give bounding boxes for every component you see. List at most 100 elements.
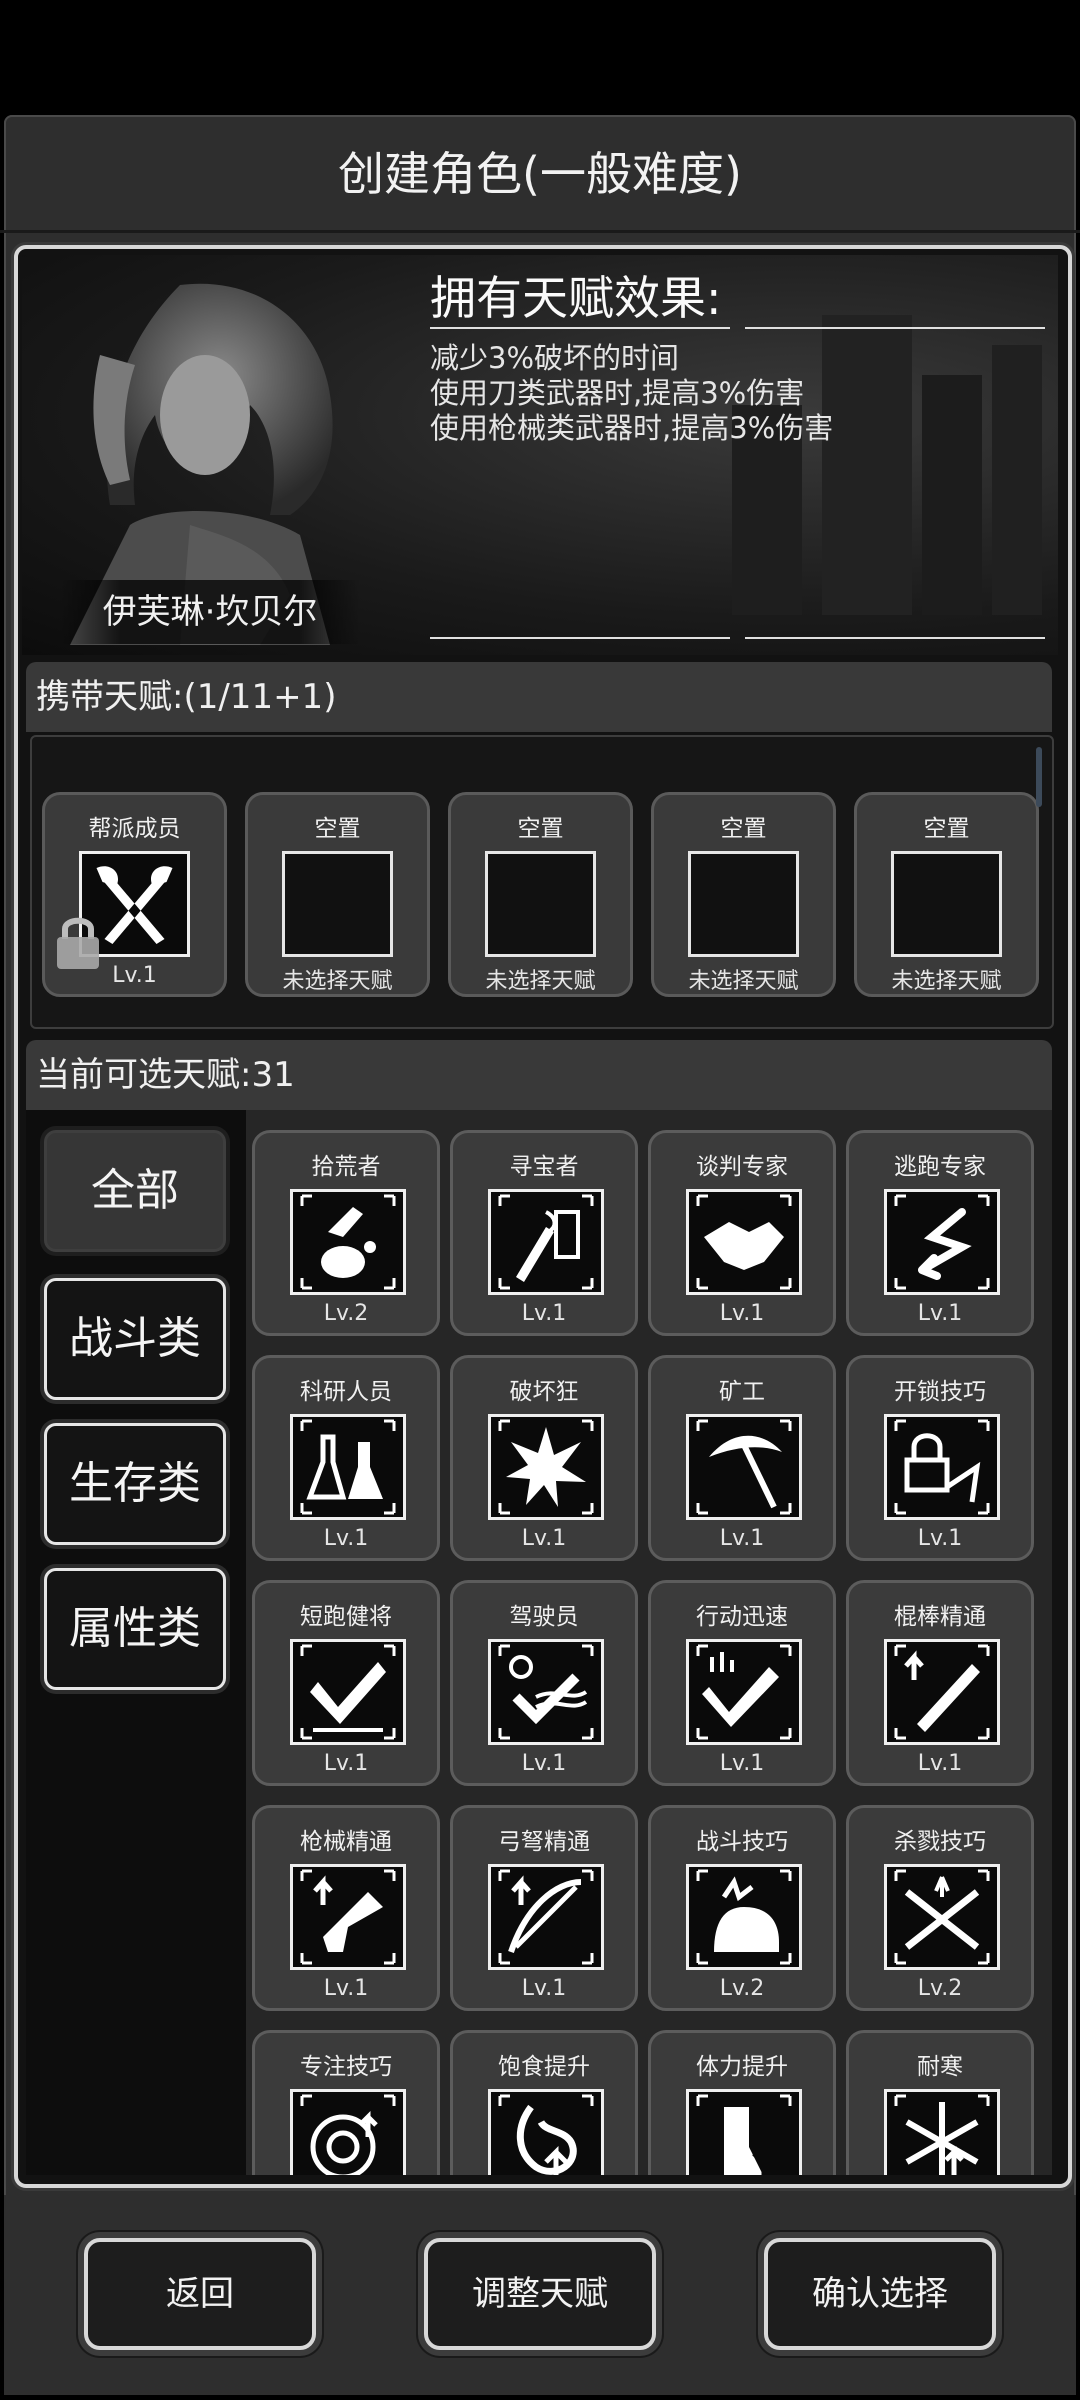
- talent-card[interactable]: 谈判专家 Lv.1: [648, 1130, 836, 1336]
- slot-name: 帮派成员: [88, 816, 181, 842]
- talent-card[interactable]: 逃跑专家 Lv.1: [846, 1130, 1034, 1336]
- carry-slot-empty[interactable]: 空置 未选择天赋: [448, 792, 633, 997]
- talent-level: Lv.1: [917, 1301, 963, 1326]
- talent-card[interactable]: 短跑健将 Lv.1: [252, 1580, 440, 1786]
- tab-all[interactable]: 全部: [44, 1130, 226, 1252]
- talent-card[interactable]: 专注技巧: [252, 2030, 440, 2175]
- talent-card[interactable]: 拾荒者 Lv.2: [252, 1130, 440, 1336]
- crossed-swords-icon: [884, 1864, 1000, 1970]
- talent-name: 开锁技巧: [894, 1379, 986, 1405]
- talent-name: 短跑健将: [300, 1604, 392, 1630]
- talent-level: Lv.1: [917, 1526, 963, 1551]
- stamina-icon: [686, 2089, 802, 2175]
- talent-name: 棍棒精通: [894, 1604, 986, 1630]
- carry-slot-gang-member[interactable]: 帮派成员 Lv.1: [42, 792, 227, 997]
- talent-name: 饱食提升: [498, 2054, 590, 2080]
- empty-slot-box: [688, 851, 799, 957]
- talent-card[interactable]: 体力提升: [648, 2030, 836, 2175]
- talent-name: 破坏狂: [509, 1379, 579, 1405]
- talent-card[interactable]: 枪械精通 Lv.1: [252, 1805, 440, 2011]
- slot-level: 未选择天赋: [688, 969, 799, 994]
- talent-level: Lv.1: [521, 1526, 567, 1551]
- effect-title: 拥有天赋效果:: [430, 271, 722, 325]
- talent-card[interactable]: 科研人员 Lv.1: [252, 1355, 440, 1561]
- talent-name: 杀戮技巧: [894, 1829, 986, 1855]
- talent-card[interactable]: 矿工 Lv.1: [648, 1355, 836, 1561]
- talent-name: 枪械精通: [300, 1829, 392, 1855]
- handshake-icon: [686, 1189, 802, 1295]
- slot-name: 空置: [720, 816, 767, 842]
- talent-card[interactable]: 棍棒精通 Lv.1: [846, 1580, 1034, 1786]
- tab-combat[interactable]: 战斗类: [44, 1278, 226, 1400]
- empty-slot-box: [282, 851, 393, 957]
- target-icon: [290, 2089, 406, 2175]
- talent-name: 拾荒者: [311, 1154, 381, 1180]
- fist-icon: [686, 1864, 802, 1970]
- talent-level: Lv.2: [917, 1976, 963, 2001]
- snowflake-icon: [884, 2089, 1000, 2175]
- tab-survival[interactable]: 生存类: [44, 1423, 226, 1545]
- carry-slot-empty[interactable]: 空置 未选择天赋: [651, 792, 836, 997]
- bat-icon: [884, 1639, 1000, 1745]
- carry-slot-empty[interactable]: 空置 未选择天赋: [245, 792, 430, 997]
- talent-card[interactable]: 弓弩精通 Lv.1: [450, 1805, 638, 2011]
- empty-slot-box: [485, 851, 596, 957]
- divider: [745, 637, 1045, 639]
- talent-card[interactable]: 耐寒: [846, 2030, 1034, 2175]
- talent-level: Lv.2: [719, 1976, 765, 2001]
- talent-name: 驾驶员: [509, 1604, 579, 1630]
- talent-level: Lv.1: [521, 1301, 567, 1326]
- talent-name: 弓弩精通: [498, 1829, 590, 1855]
- talent-card[interactable]: 杀戮技巧 Lv.2: [846, 1805, 1034, 2011]
- divider: [430, 327, 730, 329]
- back-button[interactable]: 返回: [84, 2238, 316, 2350]
- talent-card[interactable]: 驾驶员 Lv.1: [450, 1580, 638, 1786]
- driver-icon: [488, 1639, 604, 1745]
- talent-card[interactable]: 开锁技巧 Lv.1: [846, 1355, 1034, 1561]
- carry-slot-empty[interactable]: 空置 未选择天赋: [854, 792, 1039, 997]
- slot-level: 未选择天赋: [282, 969, 393, 994]
- talent-level: Lv.1: [719, 1301, 765, 1326]
- lock-icon: [57, 917, 99, 969]
- confirm-button[interactable]: 确认选择: [764, 2238, 996, 2350]
- talent-level: Lv.1: [719, 1526, 765, 1551]
- stomach-icon: [488, 2089, 604, 2175]
- talent-card[interactable]: 战斗技巧 Lv.2: [648, 1805, 836, 2011]
- scrollbar[interactable]: [1036, 747, 1042, 807]
- talent-level: Lv.1: [917, 1751, 963, 1776]
- gun-icon: [290, 1864, 406, 1970]
- talent-level: Lv.1: [323, 1976, 369, 2001]
- page-title: 创建角色(一般难度): [0, 118, 1080, 233]
- fast-move-icon: [686, 1639, 802, 1745]
- slot-name: 空置: [314, 816, 361, 842]
- character-name: 伊芙琳·坎贝尔: [60, 580, 360, 644]
- tab-attributes[interactable]: 属性类: [44, 1568, 226, 1690]
- carry-heading: 携带天赋:(1/11+1): [26, 662, 1052, 732]
- talent-card[interactable]: 寻宝者 Lv.1: [450, 1130, 638, 1336]
- slot-name: 空置: [923, 816, 970, 842]
- talent-name: 专注技巧: [300, 2054, 392, 2080]
- talent-level: Lv.1: [323, 1526, 369, 1551]
- talent-level: Lv.1: [719, 1751, 765, 1776]
- adjust-talent-button[interactable]: 调整天赋: [424, 2238, 656, 2350]
- talent-level: Lv.1: [521, 1751, 567, 1776]
- talent-name: 行动迅速: [696, 1604, 788, 1630]
- slot-level: 未选择天赋: [891, 969, 1002, 994]
- empty-slot-box: [891, 851, 1002, 957]
- crossbow-icon: [488, 1864, 604, 1970]
- talent-card[interactable]: 破坏狂 Lv.1: [450, 1355, 638, 1561]
- slot-name: 空置: [517, 816, 564, 842]
- carry-slots-area[interactable]: 帮派成员 Lv.1 空置 未选择天赋 空置 未选择天赋 空置 未选择天赋 空置 …: [30, 735, 1054, 1029]
- talent-card[interactable]: 饱食提升: [450, 2030, 638, 2175]
- talent-name: 逃跑专家: [894, 1154, 986, 1180]
- slot-level: 未选择天赋: [485, 969, 596, 994]
- talent-grid[interactable]: 拾荒者 Lv.2 寻宝者 Lv.1 谈判专家 Lv.1 逃跑专家 Lv.1 科研人员 Lv.1 破坏…: [246, 1110, 1052, 2175]
- pickaxe-icon: [686, 1414, 802, 1520]
- divider: [745, 327, 1045, 329]
- escape-arrow-icon: [884, 1189, 1000, 1295]
- available-heading: 当前可选天赋:31: [26, 1040, 1052, 1110]
- scavenger-icon: [290, 1189, 406, 1295]
- status-bar: [0, 0, 1080, 115]
- talent-card[interactable]: 行动迅速 Lv.1: [648, 1580, 836, 1786]
- talent-level: Lv.2: [323, 1301, 369, 1326]
